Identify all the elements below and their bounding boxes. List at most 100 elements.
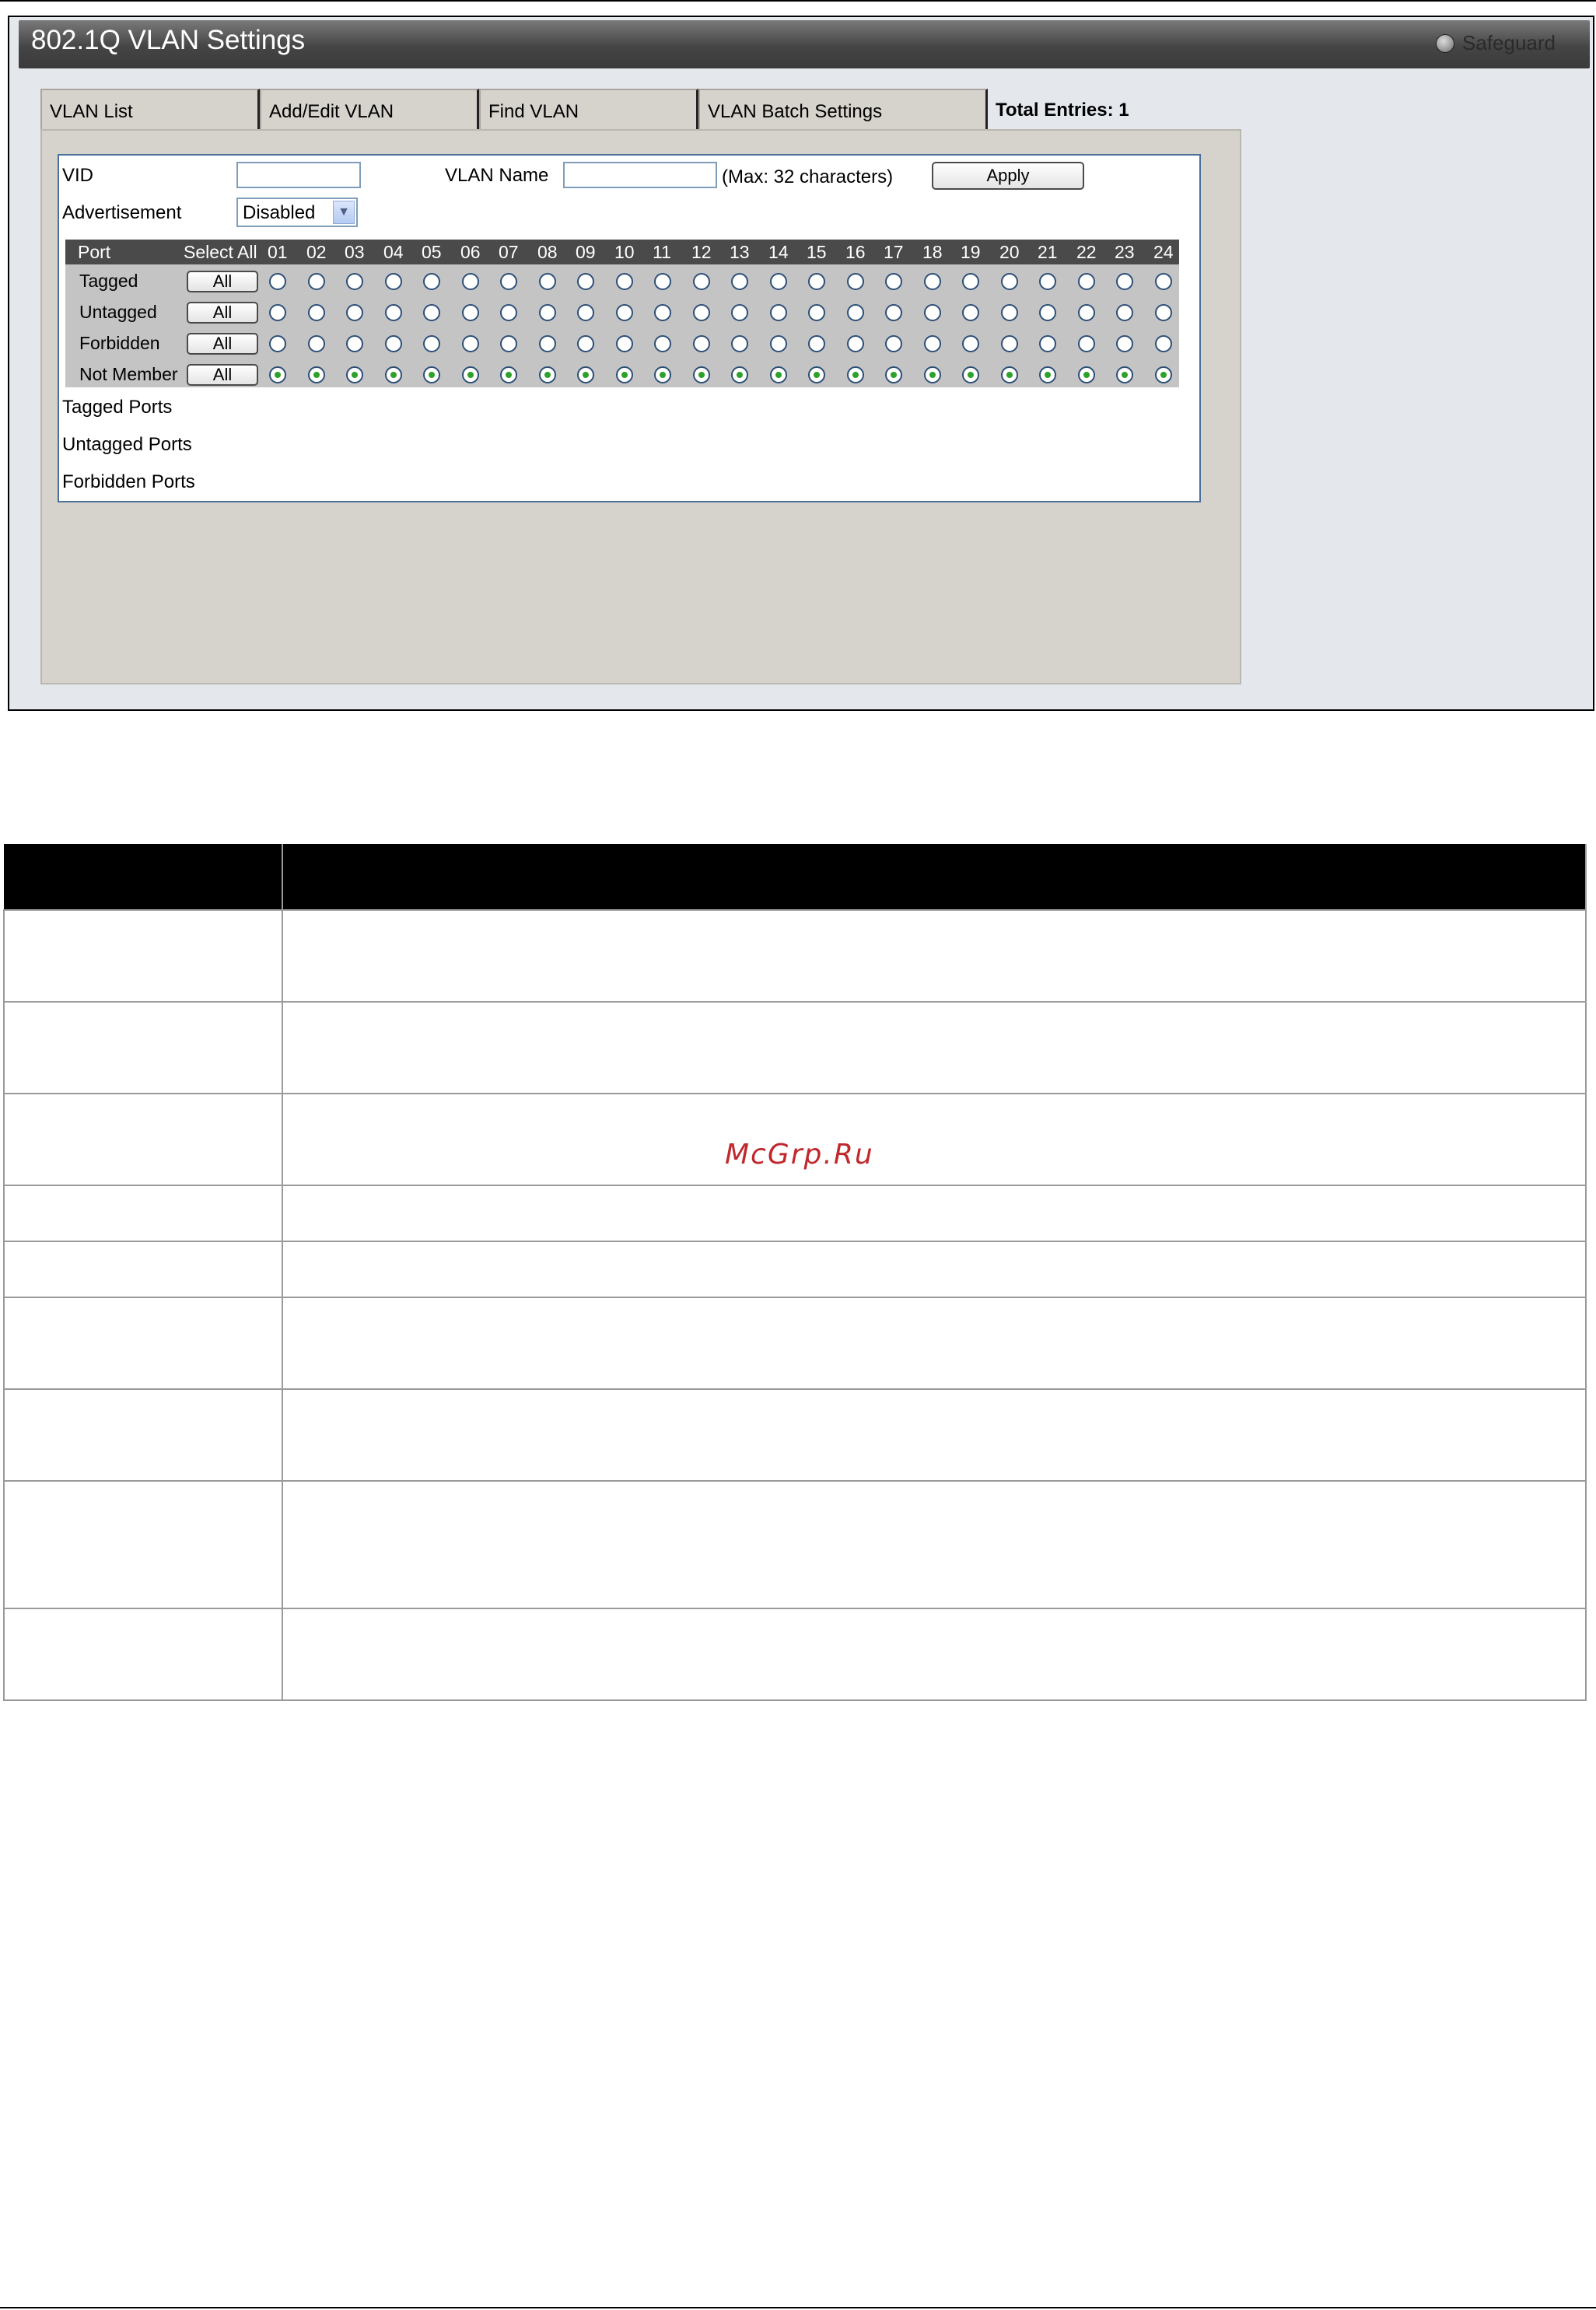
tab-vlan-batch-settings[interactable]: VLAN Batch Settings: [698, 89, 988, 129]
radio-not-member-port-15[interactable]: [808, 366, 825, 383]
select-all-forbidden-button[interactable]: All: [187, 333, 258, 355]
radio-tagged-port-01[interactable]: [269, 273, 286, 290]
radio-tagged-port-11[interactable]: [654, 273, 671, 290]
radio-forbidden-port-05[interactable]: [423, 335, 440, 352]
radio-forbidden-port-16[interactable]: [847, 335, 864, 352]
radio-untagged-port-14[interactable]: [770, 304, 787, 321]
radio-forbidden-port-24[interactable]: [1155, 335, 1172, 352]
radio-forbidden-port-01[interactable]: [269, 335, 286, 352]
radio-not-member-port-10[interactable]: [616, 366, 633, 383]
radio-tagged-port-14[interactable]: [770, 273, 787, 290]
radio-untagged-port-16[interactable]: [847, 304, 864, 321]
radio-not-member-port-12[interactable]: [693, 366, 710, 383]
radio-forbidden-port-07[interactable]: [500, 335, 517, 352]
radio-forbidden-port-22[interactable]: [1078, 335, 1095, 352]
radio-not-member-port-11[interactable]: [654, 366, 671, 383]
radio-untagged-port-07[interactable]: [500, 304, 517, 321]
radio-forbidden-port-02[interactable]: [308, 335, 325, 352]
radio-tagged-port-05[interactable]: [423, 273, 440, 290]
radio-forbidden-port-17[interactable]: [885, 335, 902, 352]
radio-tagged-port-07[interactable]: [500, 273, 517, 290]
radio-not-member-port-08[interactable]: [539, 366, 556, 383]
radio-not-member-port-18[interactable]: [924, 366, 941, 383]
radio-untagged-port-24[interactable]: [1155, 304, 1172, 321]
radio-forbidden-port-06[interactable]: [462, 335, 479, 352]
radio-untagged-port-18[interactable]: [924, 304, 941, 321]
radio-not-member-port-09[interactable]: [577, 366, 594, 383]
vlan-name-input[interactable]: [563, 162, 717, 188]
radio-not-member-port-04[interactable]: [385, 366, 402, 383]
radio-forbidden-port-20[interactable]: [1001, 335, 1018, 352]
radio-tagged-port-16[interactable]: [847, 273, 864, 290]
radio-not-member-port-14[interactable]: [770, 366, 787, 383]
radio-forbidden-port-11[interactable]: [654, 335, 671, 352]
radio-untagged-port-13[interactable]: [731, 304, 748, 321]
radio-tagged-port-06[interactable]: [462, 273, 479, 290]
radio-untagged-port-10[interactable]: [616, 304, 633, 321]
radio-forbidden-port-12[interactable]: [693, 335, 710, 352]
radio-forbidden-port-23[interactable]: [1116, 335, 1133, 352]
tab-vlan-list[interactable]: VLAN List: [40, 89, 260, 129]
radio-not-member-port-03[interactable]: [346, 366, 363, 383]
radio-tagged-port-19[interactable]: [962, 273, 979, 290]
radio-tagged-port-23[interactable]: [1116, 273, 1133, 290]
radio-tagged-port-17[interactable]: [885, 273, 902, 290]
tab-find-vlan[interactable]: Find VLAN: [479, 89, 698, 129]
radio-forbidden-port-14[interactable]: [770, 335, 787, 352]
radio-not-member-port-13[interactable]: [731, 366, 748, 383]
radio-untagged-port-06[interactable]: [462, 304, 479, 321]
radio-not-member-port-22[interactable]: [1078, 366, 1095, 383]
radio-untagged-port-20[interactable]: [1001, 304, 1018, 321]
radio-not-member-port-21[interactable]: [1039, 366, 1056, 383]
radio-forbidden-port-08[interactable]: [539, 335, 556, 352]
radio-not-member-port-06[interactable]: [462, 366, 479, 383]
radio-tagged-port-21[interactable]: [1039, 273, 1056, 290]
radio-not-member-port-07[interactable]: [500, 366, 517, 383]
radio-not-member-port-02[interactable]: [308, 366, 325, 383]
radio-not-member-port-19[interactable]: [962, 366, 979, 383]
radio-forbidden-port-13[interactable]: [731, 335, 748, 352]
radio-tagged-port-22[interactable]: [1078, 273, 1095, 290]
radio-untagged-port-23[interactable]: [1116, 304, 1133, 321]
radio-forbidden-port-19[interactable]: [962, 335, 979, 352]
radio-forbidden-port-10[interactable]: [616, 335, 633, 352]
radio-tagged-port-20[interactable]: [1001, 273, 1018, 290]
radio-tagged-port-24[interactable]: [1155, 273, 1172, 290]
radio-tagged-port-12[interactable]: [693, 273, 710, 290]
vid-input[interactable]: [236, 162, 361, 188]
radio-tagged-port-10[interactable]: [616, 273, 633, 290]
radio-not-member-port-20[interactable]: [1001, 366, 1018, 383]
radio-untagged-port-02[interactable]: [308, 304, 325, 321]
apply-button[interactable]: Apply: [932, 162, 1084, 190]
radio-tagged-port-04[interactable]: [385, 273, 402, 290]
radio-tagged-port-08[interactable]: [539, 273, 556, 290]
select-all-not-member-button[interactable]: All: [187, 364, 258, 386]
radio-untagged-port-19[interactable]: [962, 304, 979, 321]
radio-tagged-port-18[interactable]: [924, 273, 941, 290]
radio-untagged-port-04[interactable]: [385, 304, 402, 321]
radio-untagged-port-01[interactable]: [269, 304, 286, 321]
advertisement-select[interactable]: Disabled ▼: [236, 198, 358, 227]
radio-tagged-port-03[interactable]: [346, 273, 363, 290]
radio-untagged-port-11[interactable]: [654, 304, 671, 321]
radio-tagged-port-09[interactable]: [577, 273, 594, 290]
radio-tagged-port-02[interactable]: [308, 273, 325, 290]
tab-add-edit-vlan[interactable]: Add/Edit VLAN: [260, 89, 479, 129]
radio-untagged-port-22[interactable]: [1078, 304, 1095, 321]
radio-untagged-port-08[interactable]: [539, 304, 556, 321]
radio-untagged-port-21[interactable]: [1039, 304, 1056, 321]
radio-untagged-port-09[interactable]: [577, 304, 594, 321]
radio-not-member-port-05[interactable]: [423, 366, 440, 383]
radio-tagged-port-13[interactable]: [731, 273, 748, 290]
radio-forbidden-port-03[interactable]: [346, 335, 363, 352]
radio-tagged-port-15[interactable]: [808, 273, 825, 290]
radio-not-member-port-24[interactable]: [1155, 366, 1172, 383]
radio-forbidden-port-18[interactable]: [924, 335, 941, 352]
select-all-untagged-button[interactable]: All: [187, 302, 258, 324]
radio-not-member-port-16[interactable]: [847, 366, 864, 383]
radio-not-member-port-23[interactable]: [1116, 366, 1133, 383]
radio-not-member-port-01[interactable]: [269, 366, 286, 383]
radio-untagged-port-03[interactable]: [346, 304, 363, 321]
radio-forbidden-port-21[interactable]: [1039, 335, 1056, 352]
radio-forbidden-port-04[interactable]: [385, 335, 402, 352]
